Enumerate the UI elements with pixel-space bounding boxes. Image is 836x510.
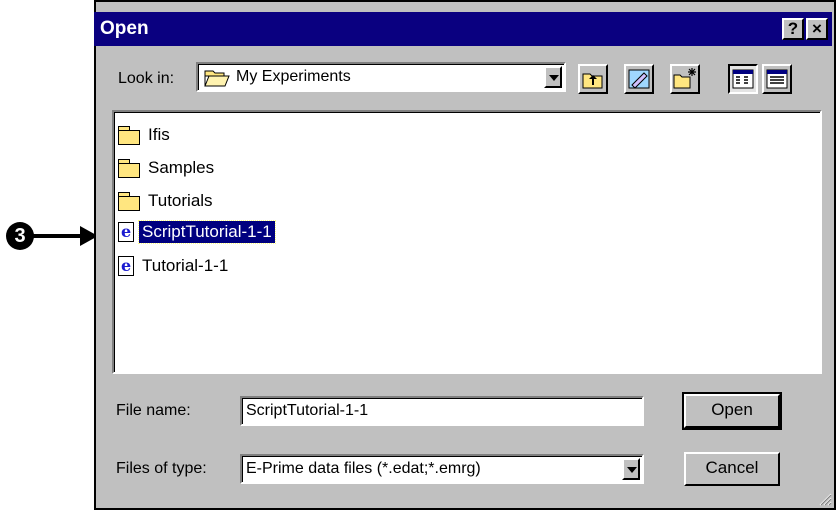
file-name-label: File name: xyxy=(116,402,191,419)
look-in-value: My Experiments xyxy=(236,68,351,85)
list-view-icon xyxy=(732,69,754,89)
folder-open-icon xyxy=(204,68,230,93)
folder-icon xyxy=(118,192,140,211)
callout-arrow-shaft xyxy=(32,234,82,238)
list-item-label: Samples xyxy=(148,158,215,177)
open-dialog: Open ? × Look in: My Experiments Ifis Sa… xyxy=(94,0,836,510)
list-item-folder-tutorials[interactable]: Tutorials xyxy=(118,188,216,214)
folder-icon xyxy=(118,126,140,145)
size-grip-icon[interactable] xyxy=(818,492,832,506)
details-view-button[interactable] xyxy=(762,64,792,94)
create-new-folder-button[interactable] xyxy=(670,64,700,94)
callout-number: 3 xyxy=(6,222,34,250)
e-prime-file-icon: e xyxy=(118,256,134,276)
list-item-label: Ifis xyxy=(148,125,170,144)
file-list[interactable]: Ifis Samples Tutorials e ScriptTutorial-… xyxy=(112,110,822,374)
files-of-type-label: Files of type: xyxy=(116,460,207,477)
files-of-type-value: E-Prime data files (*.edat;*.emrg) xyxy=(246,460,481,477)
up-one-level-button[interactable] xyxy=(578,64,608,94)
file-name-input[interactable]: ScriptTutorial-1-1 xyxy=(240,396,644,426)
dialog-title: Open xyxy=(100,18,149,39)
title-bar[interactable]: Open ? × xyxy=(94,12,832,46)
desktop-button[interactable] xyxy=(624,64,654,94)
look-in-dropdown-arrow[interactable] xyxy=(544,66,562,88)
look-in-label: Look in: xyxy=(118,70,175,87)
desktop-icon xyxy=(628,69,650,89)
callout-marker-3: 3 xyxy=(6,222,98,252)
list-item-folder-samples[interactable]: Samples xyxy=(118,155,217,181)
list-item-label: Tutorials xyxy=(148,191,213,210)
list-item-file-scripttutorial[interactable]: e ScriptTutorial-1-1 xyxy=(118,219,276,245)
up-one-level-icon xyxy=(582,73,603,89)
close-button[interactable]: × xyxy=(806,18,828,40)
details-view-icon xyxy=(766,69,788,89)
cancel-button[interactable]: Cancel xyxy=(684,452,780,486)
list-item-folder-ifis[interactable]: Ifis xyxy=(118,122,173,148)
files-of-type-dropdown-arrow[interactable] xyxy=(622,458,640,480)
folder-icon xyxy=(118,159,140,178)
open-button[interactable]: Open xyxy=(682,392,782,430)
create-new-folder-icon xyxy=(673,68,696,89)
help-button[interactable]: ? xyxy=(782,18,804,40)
list-item-label: ScriptTutorial-1-1 xyxy=(138,220,276,244)
e-prime-file-icon: e xyxy=(118,222,134,242)
files-of-type-dropdown[interactable]: E-Prime data files (*.edat;*.emrg) xyxy=(240,454,644,484)
list-item-label: Tutorial-1-1 xyxy=(142,256,229,275)
file-name-value: ScriptTutorial-1-1 xyxy=(246,402,369,419)
list-view-button[interactable] xyxy=(728,64,758,94)
list-item-file-tutorial[interactable]: e Tutorial-1-1 xyxy=(118,253,231,279)
look-in-dropdown[interactable]: My Experiments xyxy=(196,62,566,92)
